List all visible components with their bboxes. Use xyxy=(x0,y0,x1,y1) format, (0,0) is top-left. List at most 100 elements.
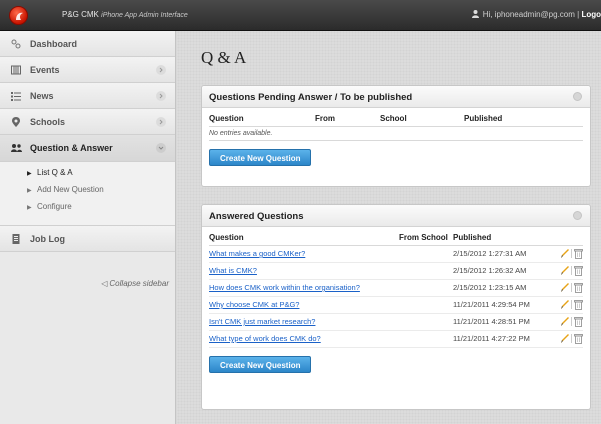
panel-toggle-icon[interactable] xyxy=(573,211,582,220)
main-content: Q & A Questions Pending Answer / To be p… xyxy=(177,31,601,424)
sidebar-item-question-answer[interactable]: Question & Answer xyxy=(0,135,175,162)
location-pin-icon xyxy=(11,117,21,127)
question-cell: What is CMK? xyxy=(209,262,399,280)
sidebar-item-label: Job Log xyxy=(30,234,65,244)
table-row: What makes a good CMKer? 2/15/2012 1:27:… xyxy=(209,245,583,263)
question-cell: What makes a good CMKer? xyxy=(209,245,399,263)
sidebar-item-label: Events xyxy=(30,65,60,75)
question-link[interactable]: What is CMK? xyxy=(209,266,257,275)
column-header-school[interactable]: School xyxy=(380,112,464,127)
column-header-question[interactable]: Question xyxy=(209,112,315,127)
table-row: Why choose CMK at P&G? 11/21/2011 4:29:5… xyxy=(209,296,583,314)
actions-cell xyxy=(553,296,583,314)
column-header-published[interactable]: Published xyxy=(453,231,553,246)
published-cell: 2/15/2012 1:26:32 AM xyxy=(453,262,553,280)
page-title: Q & A xyxy=(201,48,247,67)
column-header-from[interactable]: From xyxy=(315,112,380,127)
triangle-right-icon: ▶ xyxy=(27,171,32,177)
panel-body: Question From School Published No entrie… xyxy=(202,108,590,172)
create-question-button[interactable]: Create New Question xyxy=(209,148,312,166)
table-row: How does CMK work within the organisatio… xyxy=(209,279,583,297)
actions-cell xyxy=(553,313,583,331)
from-school-cell xyxy=(399,313,453,331)
sidebar-item-dashboard[interactable]: Dashboard xyxy=(0,31,175,57)
pg-logo-icon[interactable] xyxy=(9,6,28,25)
subnav-item-configure[interactable]: ▶ Configure xyxy=(0,202,175,219)
edit-pencil-icon[interactable] xyxy=(560,282,570,293)
edit-pencil-icon[interactable] xyxy=(560,299,570,310)
published-cell: 2/15/2012 1:27:31 AM xyxy=(453,245,553,263)
subnav-item-label: Configure xyxy=(37,202,72,211)
subnav-item-label: List Q & A xyxy=(37,168,73,177)
actions-cell xyxy=(553,279,583,297)
logout-link[interactable]: Logo xyxy=(581,10,601,19)
table-row: Isn't CMK just market research? 11/21/20… xyxy=(209,313,583,331)
subnav-item-label: Add New Question xyxy=(37,185,104,194)
column-header-question[interactable]: Question xyxy=(209,231,399,246)
panel-header: Questions Pending Answer / To be publish… xyxy=(202,86,590,108)
subnav-question-answer: ▶ List Q & A ▶ Add New Question ▶ Config… xyxy=(0,162,175,226)
table-header-row: Question From School Published xyxy=(209,112,583,127)
published-cell: 11/21/2011 4:28:51 PM xyxy=(453,313,553,331)
question-link[interactable]: What type of work does CMK do? xyxy=(209,334,321,343)
sidebar-item-news[interactable]: News xyxy=(0,83,175,109)
subnav-item-list-qa[interactable]: ▶ List Q & A xyxy=(0,168,175,185)
action-separator xyxy=(571,249,572,258)
delete-trash-icon[interactable] xyxy=(573,248,583,259)
chevron-right-icon xyxy=(156,65,166,75)
user-greeting: Hi, iphoneadmin@pg.com xyxy=(482,10,575,19)
collapse-arrow-icon: ◁ xyxy=(101,279,108,288)
sidebar-item-schools[interactable]: Schools xyxy=(0,109,175,135)
app-title: P&G CMK iPhone App Admin Interface xyxy=(62,10,188,19)
question-link[interactable]: Why choose CMK at P&G? xyxy=(209,300,299,309)
answered-table: Question From School Published What make… xyxy=(209,231,583,348)
column-header-published[interactable]: Published xyxy=(464,112,583,127)
edit-pencil-icon[interactable] xyxy=(560,265,570,276)
edit-pencil-icon[interactable] xyxy=(560,248,570,259)
question-link[interactable]: How does CMK work within the organisatio… xyxy=(209,283,360,292)
chevron-right-icon xyxy=(156,117,166,127)
question-cell: Isn't CMK just market research? xyxy=(209,313,399,331)
sidebar-item-events[interactable]: Events xyxy=(0,57,175,83)
people-icon xyxy=(11,143,22,153)
question-link[interactable]: What makes a good CMKer? xyxy=(209,249,305,258)
delete-trash-icon[interactable] xyxy=(573,316,583,327)
sidebar-item-label: Schools xyxy=(30,117,66,127)
question-cell: What type of work does CMK do? xyxy=(209,330,399,348)
action-separator xyxy=(571,317,572,326)
question-link[interactable]: Isn't CMK just market research? xyxy=(209,317,315,326)
column-header-from-school[interactable]: From School xyxy=(399,231,453,246)
user-separator: | xyxy=(577,10,580,19)
triangle-right-icon: ▶ xyxy=(27,205,32,211)
top-bar: P&G CMK iPhone App Admin Interface Hi, i… xyxy=(0,0,601,31)
subnav-item-add-question[interactable]: ▶ Add New Question xyxy=(0,185,175,202)
from-school-cell xyxy=(399,330,453,348)
user-area: Hi, iphoneadmin@pg.com | Logo xyxy=(471,10,601,19)
panel-body: Question From School Published What make… xyxy=(202,227,590,379)
delete-trash-icon[interactable] xyxy=(573,299,583,310)
panel-title: Answered Questions xyxy=(209,211,304,222)
panel-header: Answered Questions xyxy=(202,205,590,227)
create-question-button[interactable]: Create New Question xyxy=(209,355,312,373)
action-separator xyxy=(571,266,572,275)
delete-trash-icon[interactable] xyxy=(573,265,583,276)
empty-message: No entries available. xyxy=(209,127,583,141)
delete-trash-icon[interactable] xyxy=(573,333,583,344)
sidebar-item-label: Question & Answer xyxy=(30,143,113,153)
dashboard-icon xyxy=(11,39,21,49)
edit-pencil-icon[interactable] xyxy=(560,316,570,327)
from-school-cell xyxy=(399,262,453,280)
sidebar-item-job-log[interactable]: Job Log xyxy=(0,226,175,252)
action-separator xyxy=(571,283,572,292)
list-icon xyxy=(11,91,21,101)
collapse-sidebar-link[interactable]: ◁ Collapse sidebar xyxy=(101,279,169,288)
from-school-cell xyxy=(399,279,453,297)
delete-trash-icon[interactable] xyxy=(573,282,583,293)
actions-cell xyxy=(553,245,583,263)
edit-pencil-icon[interactable] xyxy=(560,333,570,344)
panel-toggle-icon[interactable] xyxy=(573,92,582,101)
table-row: What type of work does CMK do? 11/21/201… xyxy=(209,330,583,348)
action-separator xyxy=(571,334,572,343)
chevron-right-icon xyxy=(156,91,166,101)
document-icon xyxy=(11,234,21,244)
